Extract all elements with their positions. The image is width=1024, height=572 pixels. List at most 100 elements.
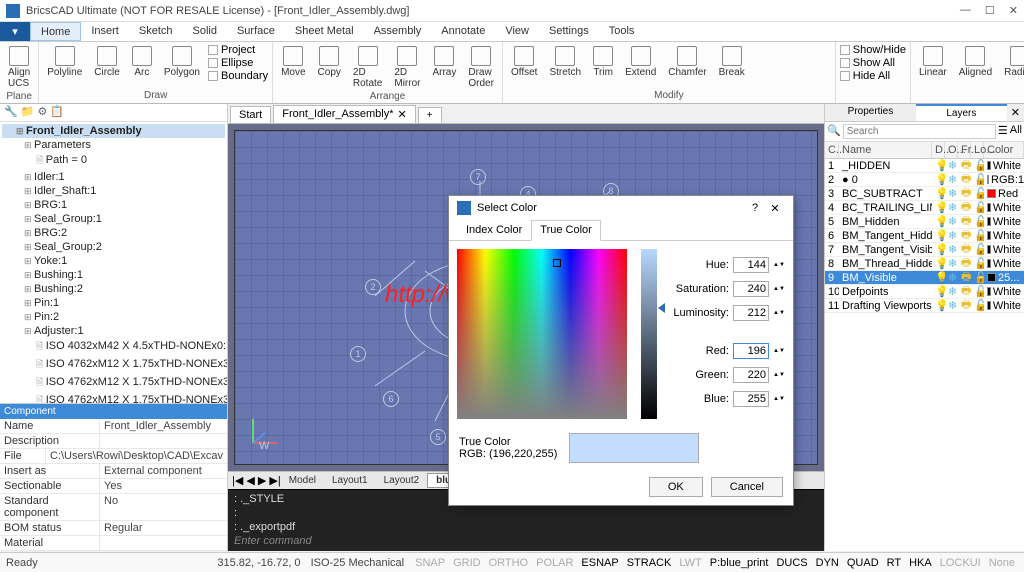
menu-solid[interactable]: Solid: [183, 22, 227, 41]
status-flag-ortho[interactable]: ORTHO: [486, 556, 532, 570]
layer-row[interactable]: 8BM_Thread_Hidden💡❄🖶🔓White: [825, 257, 1024, 271]
status-flag-dyn[interactable]: DYN: [813, 556, 842, 570]
prop-value[interactable]: Front_Idler_Assembly: [100, 419, 227, 433]
layer-col-header[interactable]: O...: [945, 142, 958, 158]
layer-row[interactable]: 9BM_Visible💡❄🖶🔓25...: [825, 271, 1024, 285]
layer-row[interactable]: 7BM_Tangent_Visible💡❄🖶🔓White: [825, 243, 1024, 257]
doc-tab[interactable]: Front_Idler_Assembly*✕: [273, 105, 416, 123]
lum-spinner[interactable]: ▲▼: [773, 310, 785, 316]
ribbon-2d[interactable]: 2DMirror: [390, 44, 424, 91]
tree-node[interactable]: Bushing:2: [2, 282, 225, 296]
status-flag-lwt[interactable]: LWT: [676, 556, 704, 570]
luminosity-slider[interactable]: [658, 303, 665, 313]
tree-root[interactable]: Front_Idler_Assembly: [2, 124, 225, 138]
maximize-icon[interactable]: ☐: [985, 4, 995, 17]
tree-node[interactable]: Bushing:1: [2, 268, 225, 282]
lum-input[interactable]: [733, 305, 769, 321]
hue-input[interactable]: [733, 257, 769, 273]
tree-node[interactable]: ISO 4762xM12 X 1.75xTHD-NONEx30:1: [2, 356, 225, 374]
ribbon-move[interactable]: Move: [277, 44, 309, 80]
blue-input[interactable]: [733, 391, 769, 407]
tree-node[interactable]: Pin:1: [2, 296, 225, 310]
spectrum-cursor[interactable]: [553, 259, 561, 267]
ribbon-stretch[interactable]: Stretch: [545, 44, 585, 80]
status-flag-quad[interactable]: QUAD: [844, 556, 882, 570]
menu-home[interactable]: Home: [30, 22, 81, 41]
red-input[interactable]: [733, 343, 769, 359]
ribbon-chamfer[interactable]: Chamfer: [664, 44, 710, 80]
ribbon-trim[interactable]: Trim: [589, 44, 617, 80]
tree-node[interactable]: ISO 4762xM12 X 1.75xTHD-NONEx30:3: [2, 392, 225, 403]
tab-properties[interactable]: Properties: [825, 104, 916, 121]
prop-value[interactable]: C:\Users\Rowi\Desktop\CAD\Excav: [46, 449, 227, 463]
layer-row[interactable]: 2● 0💡❄🖶🔓RGB:196: [825, 173, 1024, 187]
layer-row[interactable]: 4BC_TRAILING_LINES💡❄🖶🔓White: [825, 201, 1024, 215]
tree-node[interactable]: Adjuster:1: [2, 324, 225, 338]
ribbon-copy[interactable]: Copy: [314, 44, 345, 80]
tree-node[interactable]: Parameters: [2, 138, 225, 152]
layer-row[interactable]: 3BC_SUBTRACT💡❄🖶🔓Red: [825, 187, 1024, 201]
prop-value[interactable]: Regular: [100, 521, 227, 535]
layer-row[interactable]: 1_HIDDEN💡❄🖶🔓White: [825, 159, 1024, 173]
color-spectrum[interactable]: [457, 249, 627, 419]
sat-spinner[interactable]: ▲▼: [773, 286, 785, 292]
menu-sketch[interactable]: Sketch: [129, 22, 183, 41]
doc-tab[interactable]: Start: [230, 106, 271, 123]
status-flag-strack[interactable]: STRACK: [624, 556, 675, 570]
ribbon-array[interactable]: Array: [428, 44, 460, 80]
status-flag-rt[interactable]: RT: [884, 556, 904, 570]
tree-node[interactable]: Seal_Group:1: [2, 212, 225, 226]
dialog-close-icon[interactable]: ✕: [765, 202, 785, 215]
cmd-prompt[interactable]: Enter command: [234, 534, 818, 548]
layer-col-header[interactable]: Name: [839, 142, 932, 158]
menu-tools[interactable]: Tools: [599, 22, 645, 41]
dialog-help-icon[interactable]: ?: [745, 202, 765, 214]
ribbon-circle[interactable]: Circle: [90, 44, 124, 80]
prop-value[interactable]: [100, 434, 227, 448]
menu-sheet-metal[interactable]: Sheet Metal: [285, 22, 364, 41]
blue-spinner[interactable]: ▲▼: [773, 396, 785, 402]
tree-node[interactable]: BRG:1: [2, 198, 225, 212]
filter-icon[interactable]: ☰: [998, 124, 1008, 139]
tree-node[interactable]: Seal_Group:2: [2, 240, 225, 254]
file-menu-button[interactable]: ▾: [0, 22, 30, 41]
ribbon-2d[interactable]: 2DRotate: [349, 44, 386, 91]
layer-row[interactable]: 10Defpoints💡❄🖶🔓White: [825, 285, 1024, 299]
ribbon-polygon[interactable]: Polygon: [160, 44, 204, 80]
layer-col-header[interactable]: Color: [984, 142, 1024, 158]
ribbon-offset[interactable]: Offset: [507, 44, 542, 80]
menu-annotate[interactable]: Annotate: [431, 22, 495, 41]
layout-nav[interactable]: |◀ ◀ ▶ ▶|: [232, 474, 281, 487]
tree-node[interactable]: Yoke:1: [2, 254, 225, 268]
menu-surface[interactable]: Surface: [227, 22, 285, 41]
tree-node[interactable]: ISO 4762xM12 X 1.75xTHD-NONEx30:2: [2, 374, 225, 392]
hue-spinner[interactable]: ▲▼: [773, 262, 785, 268]
status-flag-grid[interactable]: GRID: [450, 556, 484, 570]
status-flag-esnap[interactable]: ESNAP: [578, 556, 621, 570]
tree-node[interactable]: Pin:2: [2, 310, 225, 324]
panel-close-icon[interactable]: ✕: [1007, 104, 1024, 121]
tree-node[interactable]: BRG:2: [2, 226, 225, 240]
tab-close-icon[interactable]: ✕: [398, 108, 407, 121]
ribbon-polyline[interactable]: Polyline: [43, 44, 86, 80]
layer-row[interactable]: 6BM_Tangent_Hidden💡❄🖶🔓White: [825, 229, 1024, 243]
ribbon-draw[interactable]: DrawOrder: [464, 44, 498, 91]
red-spinner[interactable]: ▲▼: [773, 348, 785, 354]
prop-value[interactable]: No: [100, 494, 227, 520]
status-flag-ducs[interactable]: DUCS: [773, 556, 810, 570]
green-spinner[interactable]: ▲▼: [773, 372, 785, 378]
tree-node[interactable]: ISO 4032xM42 X 4.5xTHD-NONEx0:1: [2, 338, 225, 356]
tree-node[interactable]: Idler:1: [2, 170, 225, 184]
status-flag-polar[interactable]: POLAR: [533, 556, 576, 570]
luminosity-bar[interactable]: [641, 249, 657, 419]
layer-row[interactable]: 5BM_Hidden💡❄🖶🔓White: [825, 215, 1024, 229]
menu-settings[interactable]: Settings: [539, 22, 599, 41]
layer-col-header[interactable]: C...: [825, 142, 839, 158]
status-flag-hka[interactable]: HKA: [906, 556, 935, 570]
layer-row[interactable]: 11Drafting Viewports💡❄🖶🔓White: [825, 299, 1024, 313]
ok-button[interactable]: OK: [649, 477, 703, 497]
ribbon-aligned[interactable]: Aligned: [955, 44, 996, 80]
menu-insert[interactable]: Insert: [81, 22, 129, 41]
ribbon-ellipse[interactable]: Ellipse: [208, 57, 268, 69]
ribbon-show-hide[interactable]: Show/Hide: [840, 44, 906, 56]
